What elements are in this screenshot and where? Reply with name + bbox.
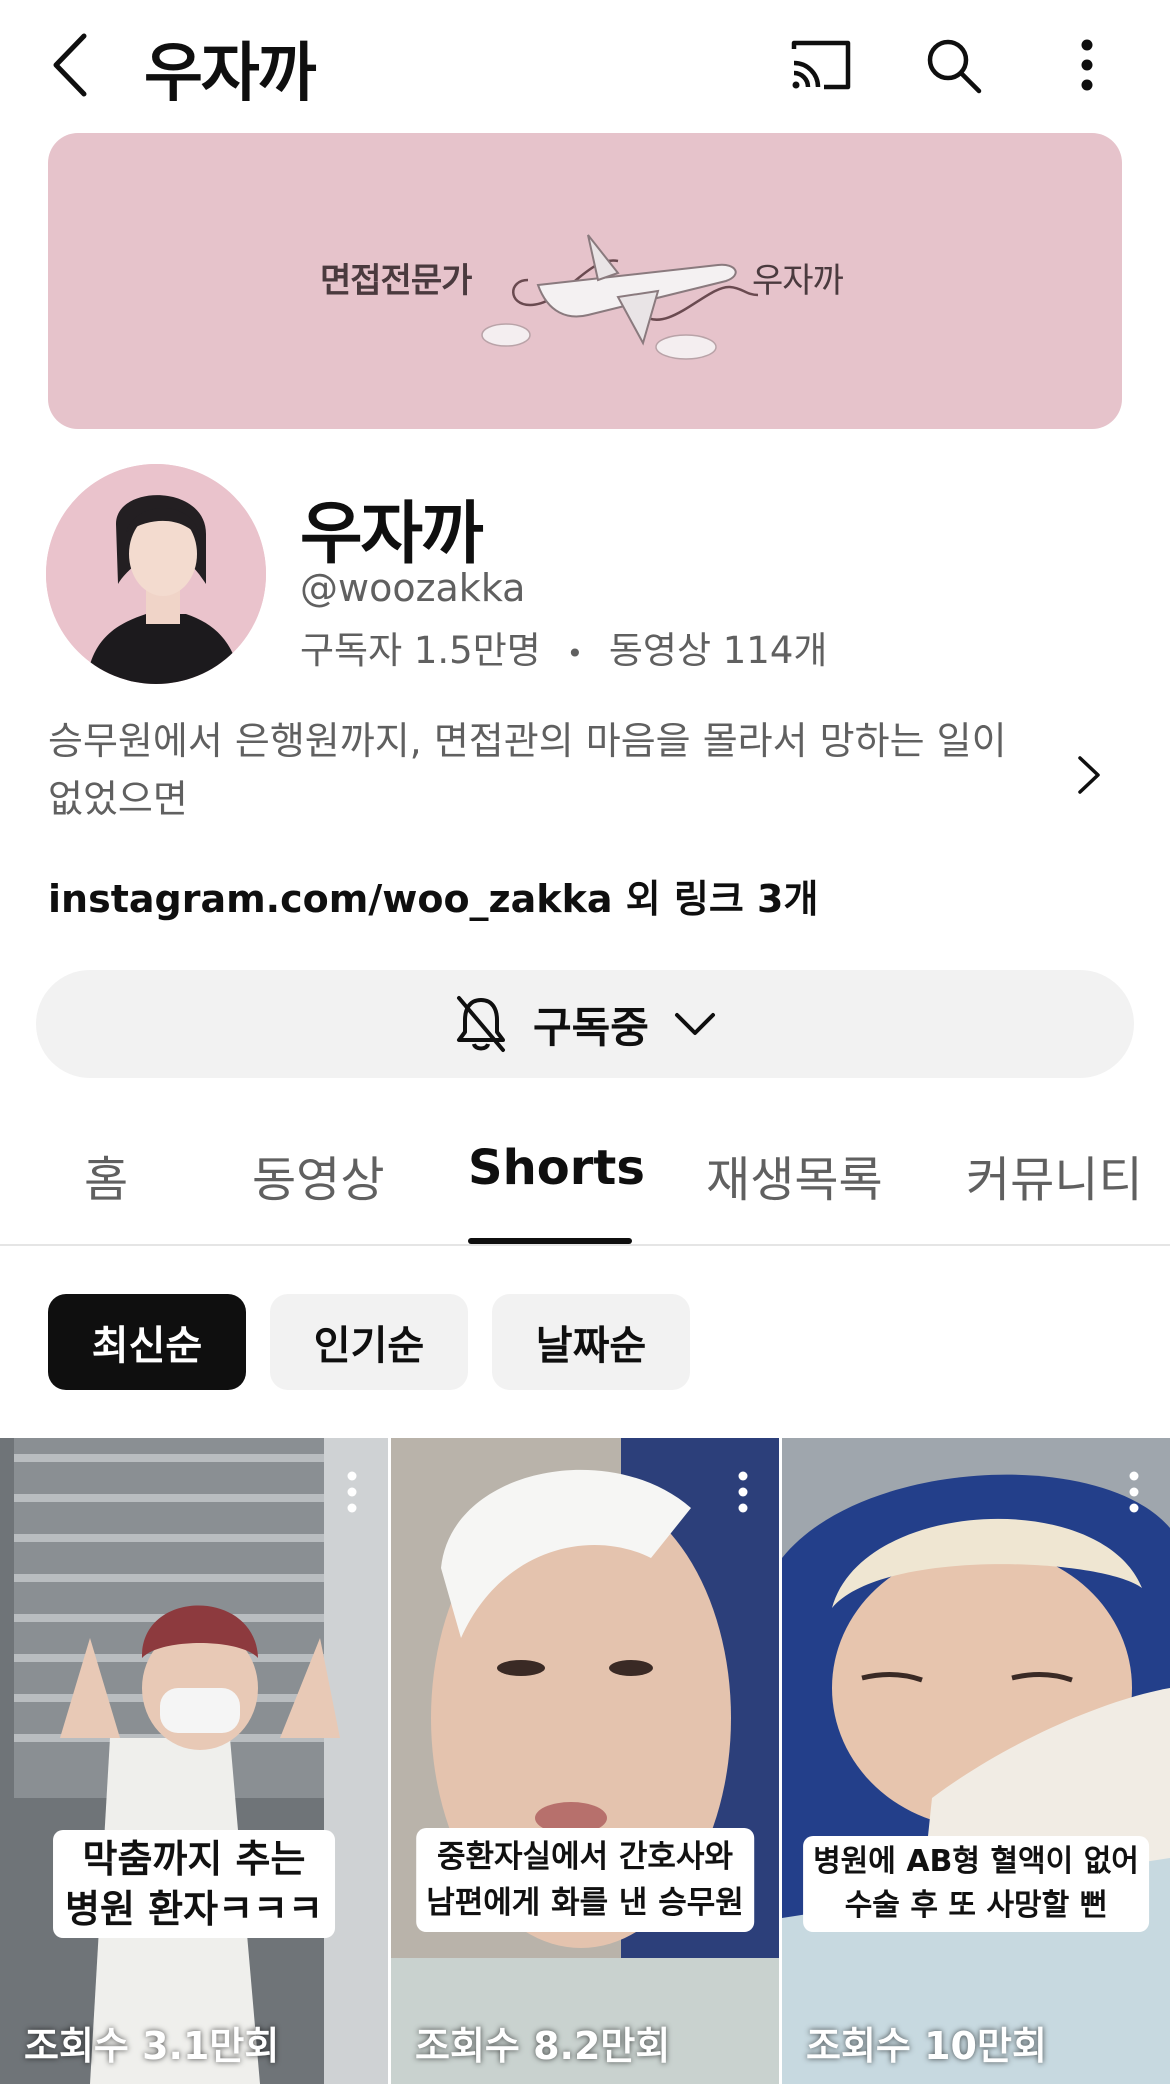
avatar-portrait — [46, 464, 266, 684]
page-title: 우자까 — [144, 37, 317, 111]
top-app-bar: 우자까 — [0, 0, 1170, 130]
description-line-2: 없었으면 — [48, 777, 188, 821]
banner-left-text: 면접전문가 — [320, 261, 472, 301]
subscriber-count: 구독자 1.5만명 — [300, 629, 541, 672]
tab-videos[interactable]: 동영상 — [252, 1140, 384, 1210]
short-caption: 막춤까지 추는 병원 환자ㅋㅋㅋ — [53, 1830, 335, 1938]
banner-right-text: 우자까 — [752, 261, 844, 301]
airplane-illustration — [481, 234, 758, 360]
description-line-1: 승무원에서 은행원까지, 면접관의 마음을 몰라서 망하는 일이 — [48, 719, 1007, 763]
short-item[interactable]: 막춤까지 추는 병원 환자ㅋㅋㅋ 조회수 3.1만회 — [0, 1438, 388, 2084]
tab-home[interactable]: 홈 — [84, 1140, 128, 1210]
subscribed-label: 구독중 — [533, 1002, 649, 1052]
more-vert-icon[interactable] — [731, 1470, 755, 1514]
tab-playlists[interactable]: 재생목록 — [706, 1140, 883, 1210]
video-count: 동영상 114개 — [608, 629, 828, 672]
chip-date[interactable]: 날짜순 — [492, 1294, 690, 1390]
channel-links[interactable]: instagram.com/woo_zakka 외 링크 3개 — [48, 868, 818, 923]
short-thumbnail — [0, 1438, 388, 2084]
more-vert-icon — [1081, 39, 1093, 91]
chip-popular[interactable]: 인기순 — [270, 1294, 468, 1390]
tab-community[interactable]: 커뮤니티 — [966, 1140, 1143, 1210]
caption-line-1: 중환자실에서 간호사와 — [436, 1839, 733, 1875]
channel-tabs: 홈 동영상 Shorts 재생목록 커뮤니티 — [0, 1110, 1170, 1246]
back-button[interactable] — [44, 30, 104, 100]
caption-line-1: 병원에 AB형 혈액이 없어 — [813, 1844, 1139, 1879]
channel-name: 우자까 — [300, 495, 484, 574]
stats-separator: • — [566, 637, 584, 670]
channel-banner: 면접전문가 우자까 — [48, 133, 1122, 429]
short-thumbnail — [782, 1438, 1170, 2084]
channel-description[interactable]: 승무원에서 은행원까지, 면접관의 마음을 몰라서 망하는 일이 없었으면 — [48, 712, 1058, 828]
short-caption: 중환자실에서 간호사와 남편에게 화를 낸 승무원 — [416, 1828, 754, 1932]
channel-stats: 구독자 1.5만명 • 동영상 114개 — [300, 620, 827, 674]
search-button[interactable] — [918, 30, 988, 100]
chevron-left-icon — [53, 33, 87, 97]
short-thumbnail — [391, 1438, 779, 2084]
caption-line-2: 수술 후 또 사망할 뻔 — [844, 1888, 1108, 1923]
channel-handle: @woozakka — [300, 566, 526, 610]
caption-line-1: 막춤까지 추는 — [82, 1837, 306, 1881]
bell-off-icon — [457, 996, 506, 1052]
more-vert-icon[interactable] — [1122, 1470, 1146, 1514]
search-icon — [927, 39, 982, 94]
active-tab-indicator — [468, 1238, 632, 1244]
cast-icon — [791, 40, 851, 90]
channel-avatar[interactable] — [46, 464, 266, 684]
tab-shorts[interactable]: Shorts — [468, 1140, 645, 1196]
chevron-down-icon — [674, 1013, 715, 1035]
chevron-right-icon[interactable] — [1070, 750, 1106, 800]
more-options-button[interactable] — [1052, 30, 1122, 100]
short-item[interactable]: 중환자실에서 간호사와 남편에게 화를 낸 승무원 조회수 8.2만회 — [391, 1438, 779, 2084]
subscribed-button[interactable]: 구독중 — [36, 970, 1134, 1078]
caption-line-2: 남편에게 화를 낸 승무원 — [426, 1885, 744, 1921]
short-item[interactable]: 병원에 AB형 혈액이 없어 수술 후 또 사망할 뻔 조회수 10만회 — [782, 1438, 1170, 2084]
more-vert-icon[interactable] — [340, 1470, 364, 1514]
short-views: 조회수 8.2만회 — [415, 2024, 671, 2068]
cast-button[interactable] — [786, 30, 856, 100]
short-views: 조회수 10만회 — [806, 2024, 1047, 2068]
short-caption: 병원에 AB형 혈액이 없어 수술 후 또 사망할 뻔 — [803, 1836, 1149, 1932]
caption-line-2: 병원 환자ㅋㅋㅋ — [65, 1887, 323, 1931]
chip-latest[interactable]: 최신순 — [48, 1294, 246, 1390]
short-views: 조회수 3.1만회 — [24, 2024, 280, 2068]
